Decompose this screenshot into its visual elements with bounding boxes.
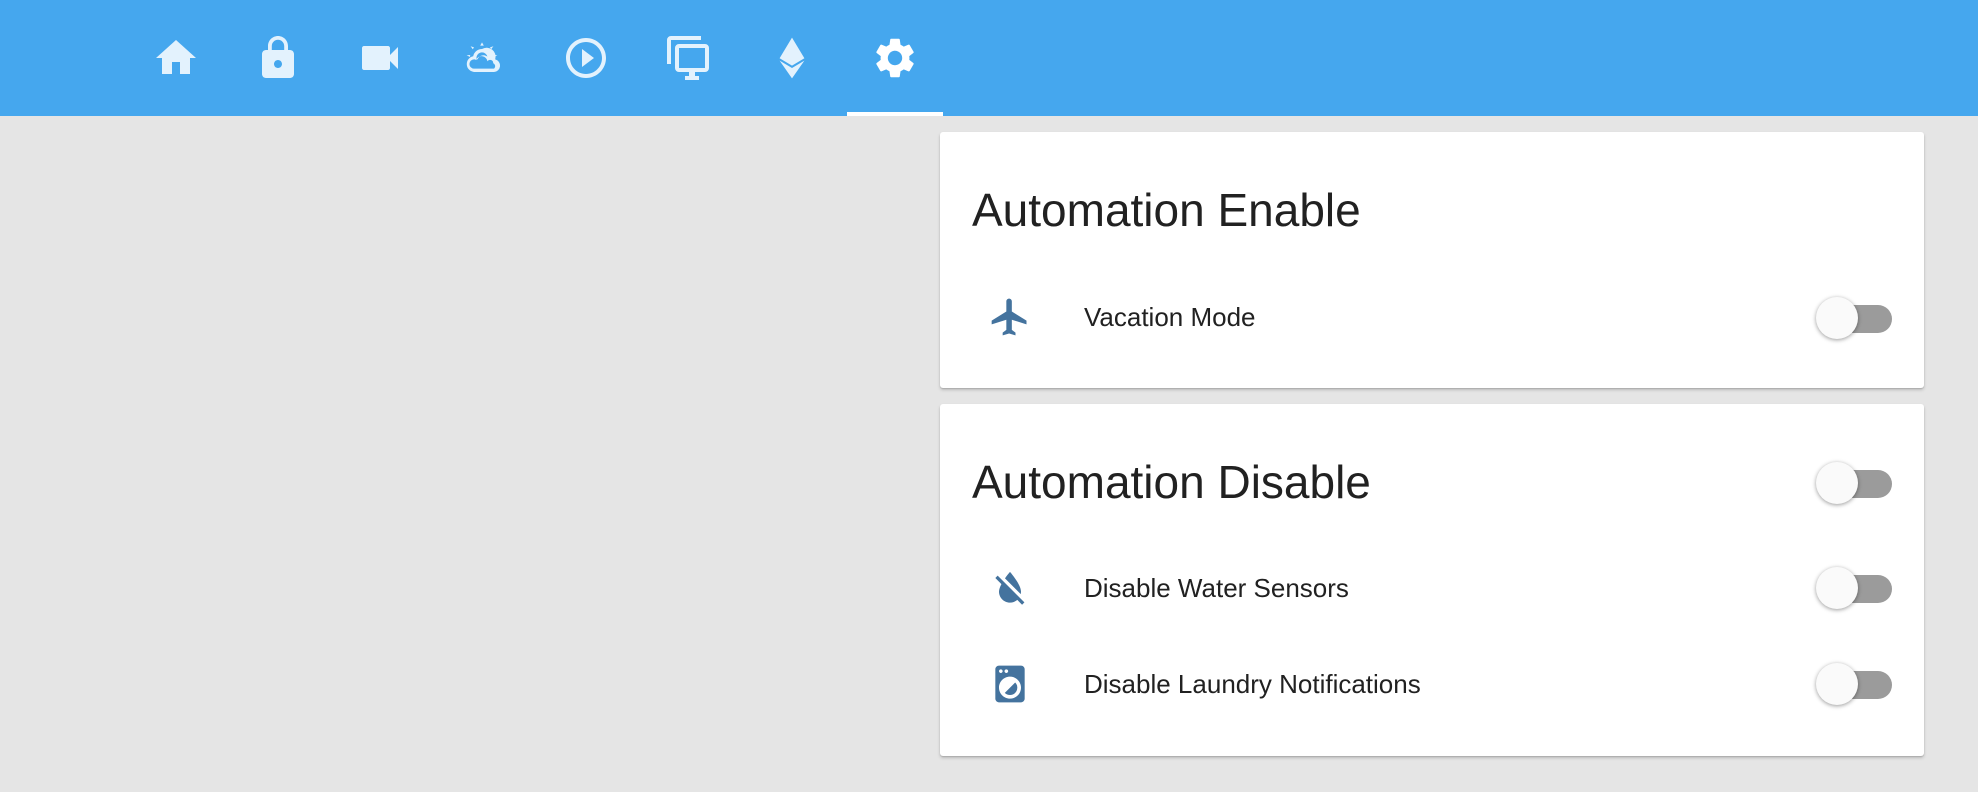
- toggle-knob: [1816, 567, 1858, 609]
- weather-sunset-icon: [466, 42, 501, 72]
- automation-disable-toggle[interactable]: [1816, 461, 1896, 505]
- play-circle-icon: [566, 38, 606, 78]
- tab-settings[interactable]: [847, 0, 943, 116]
- tab-weather[interactable]: [434, 0, 530, 116]
- vacation-mode-label: Vacation Mode: [1084, 302, 1256, 332]
- toggle-knob: [1816, 297, 1858, 339]
- tab-home[interactable]: [128, 0, 224, 116]
- disable-laundry-notifications-label: Disable Laundry Notifications: [1084, 669, 1421, 699]
- automation-enable-card: Automation Enable Vacation Mode: [940, 132, 1924, 388]
- vacation-mode-toggle[interactable]: [1816, 296, 1896, 340]
- disable-water-sensors-toggle[interactable]: [1816, 566, 1896, 610]
- lock-icon: [262, 36, 294, 78]
- top-navigation-bar: [0, 0, 1978, 116]
- tab-crypto[interactable]: [744, 0, 840, 116]
- card-title: Automation Enable: [972, 184, 1361, 236]
- tab-cameras[interactable]: [332, 0, 428, 116]
- disable-water-sensors-label: Disable Water Sensors: [1084, 573, 1349, 603]
- tab-displays[interactable]: [641, 0, 737, 116]
- toggle-knob: [1816, 462, 1858, 504]
- settings-icon: [876, 38, 914, 78]
- card-title: Automation Disable: [972, 456, 1371, 508]
- home-icon: [156, 40, 196, 74]
- airplane-icon: [988, 295, 1032, 339]
- toggle-knob: [1816, 663, 1858, 705]
- ethereum-icon: [779, 37, 805, 79]
- video-camera-icon: [362, 46, 398, 70]
- active-tab-indicator: [847, 112, 943, 116]
- tab-media[interactable]: [538, 0, 634, 116]
- water-off-icon: [988, 566, 1032, 610]
- disable-laundry-notifications-toggle[interactable]: [1816, 662, 1896, 706]
- tab-security[interactable]: [230, 0, 326, 116]
- washing-machine-icon: [988, 662, 1032, 706]
- automation-disable-card: Automation Disable Disable Water Sensors…: [940, 404, 1924, 756]
- monitor-multiple-icon: [667, 36, 709, 80]
